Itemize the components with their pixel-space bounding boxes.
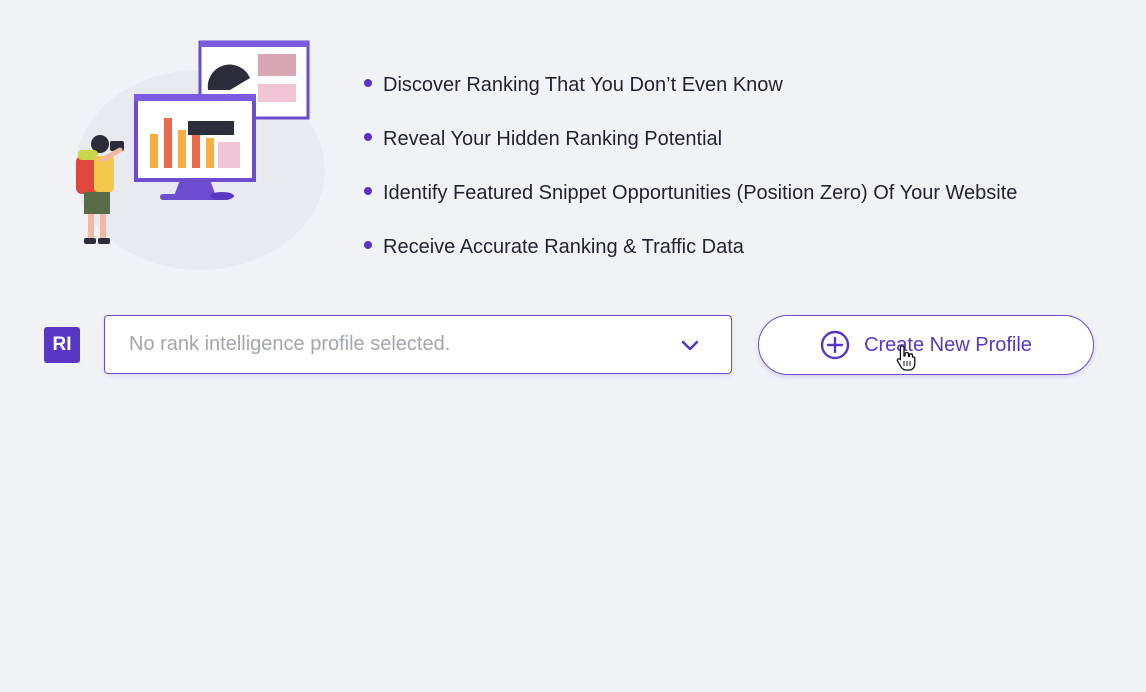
feature-item: Reveal Your Hidden Ranking Potential [364, 112, 1017, 166]
feature-text: Discover Ranking That You Don’t Even Kno… [383, 73, 783, 96]
feature-text: Identify Featured Snippet Opportunities … [383, 181, 1018, 204]
feature-text: Reveal Your Hidden Ranking Potential [383, 127, 723, 150]
bullet-icon [364, 241, 372, 249]
ri-badge: RI [44, 327, 80, 363]
plus-circle-icon [820, 330, 850, 360]
bullet-icon [364, 79, 372, 87]
feature-item: Identify Featured Snippet Opportunities … [364, 166, 1017, 220]
feature-list: Discover Ranking That You Don’t Even Kno… [364, 58, 1017, 274]
profile-select-placeholder: No rank intelligence profile selected. [129, 333, 451, 355]
bullet-icon [364, 133, 372, 141]
feature-item: Discover Ranking That You Don’t Even Kno… [364, 58, 1017, 112]
create-new-profile-label: Create New Profile [864, 333, 1032, 356]
profile-select-dropdown[interactable]: No rank intelligence profile selected. [104, 315, 732, 374]
traveler-with-charts-illustration [75, 40, 325, 270]
feature-item: Receive Accurate Ranking & Traffic Data [364, 220, 1017, 274]
bullet-icon [364, 187, 372, 195]
create-new-profile-button[interactable]: Create New Profile [758, 315, 1094, 375]
chevron-down-icon[interactable] [679, 334, 701, 356]
hand-pointer-cursor-icon [896, 345, 916, 371]
feature-text: Receive Accurate Ranking & Traffic Data [383, 235, 744, 258]
